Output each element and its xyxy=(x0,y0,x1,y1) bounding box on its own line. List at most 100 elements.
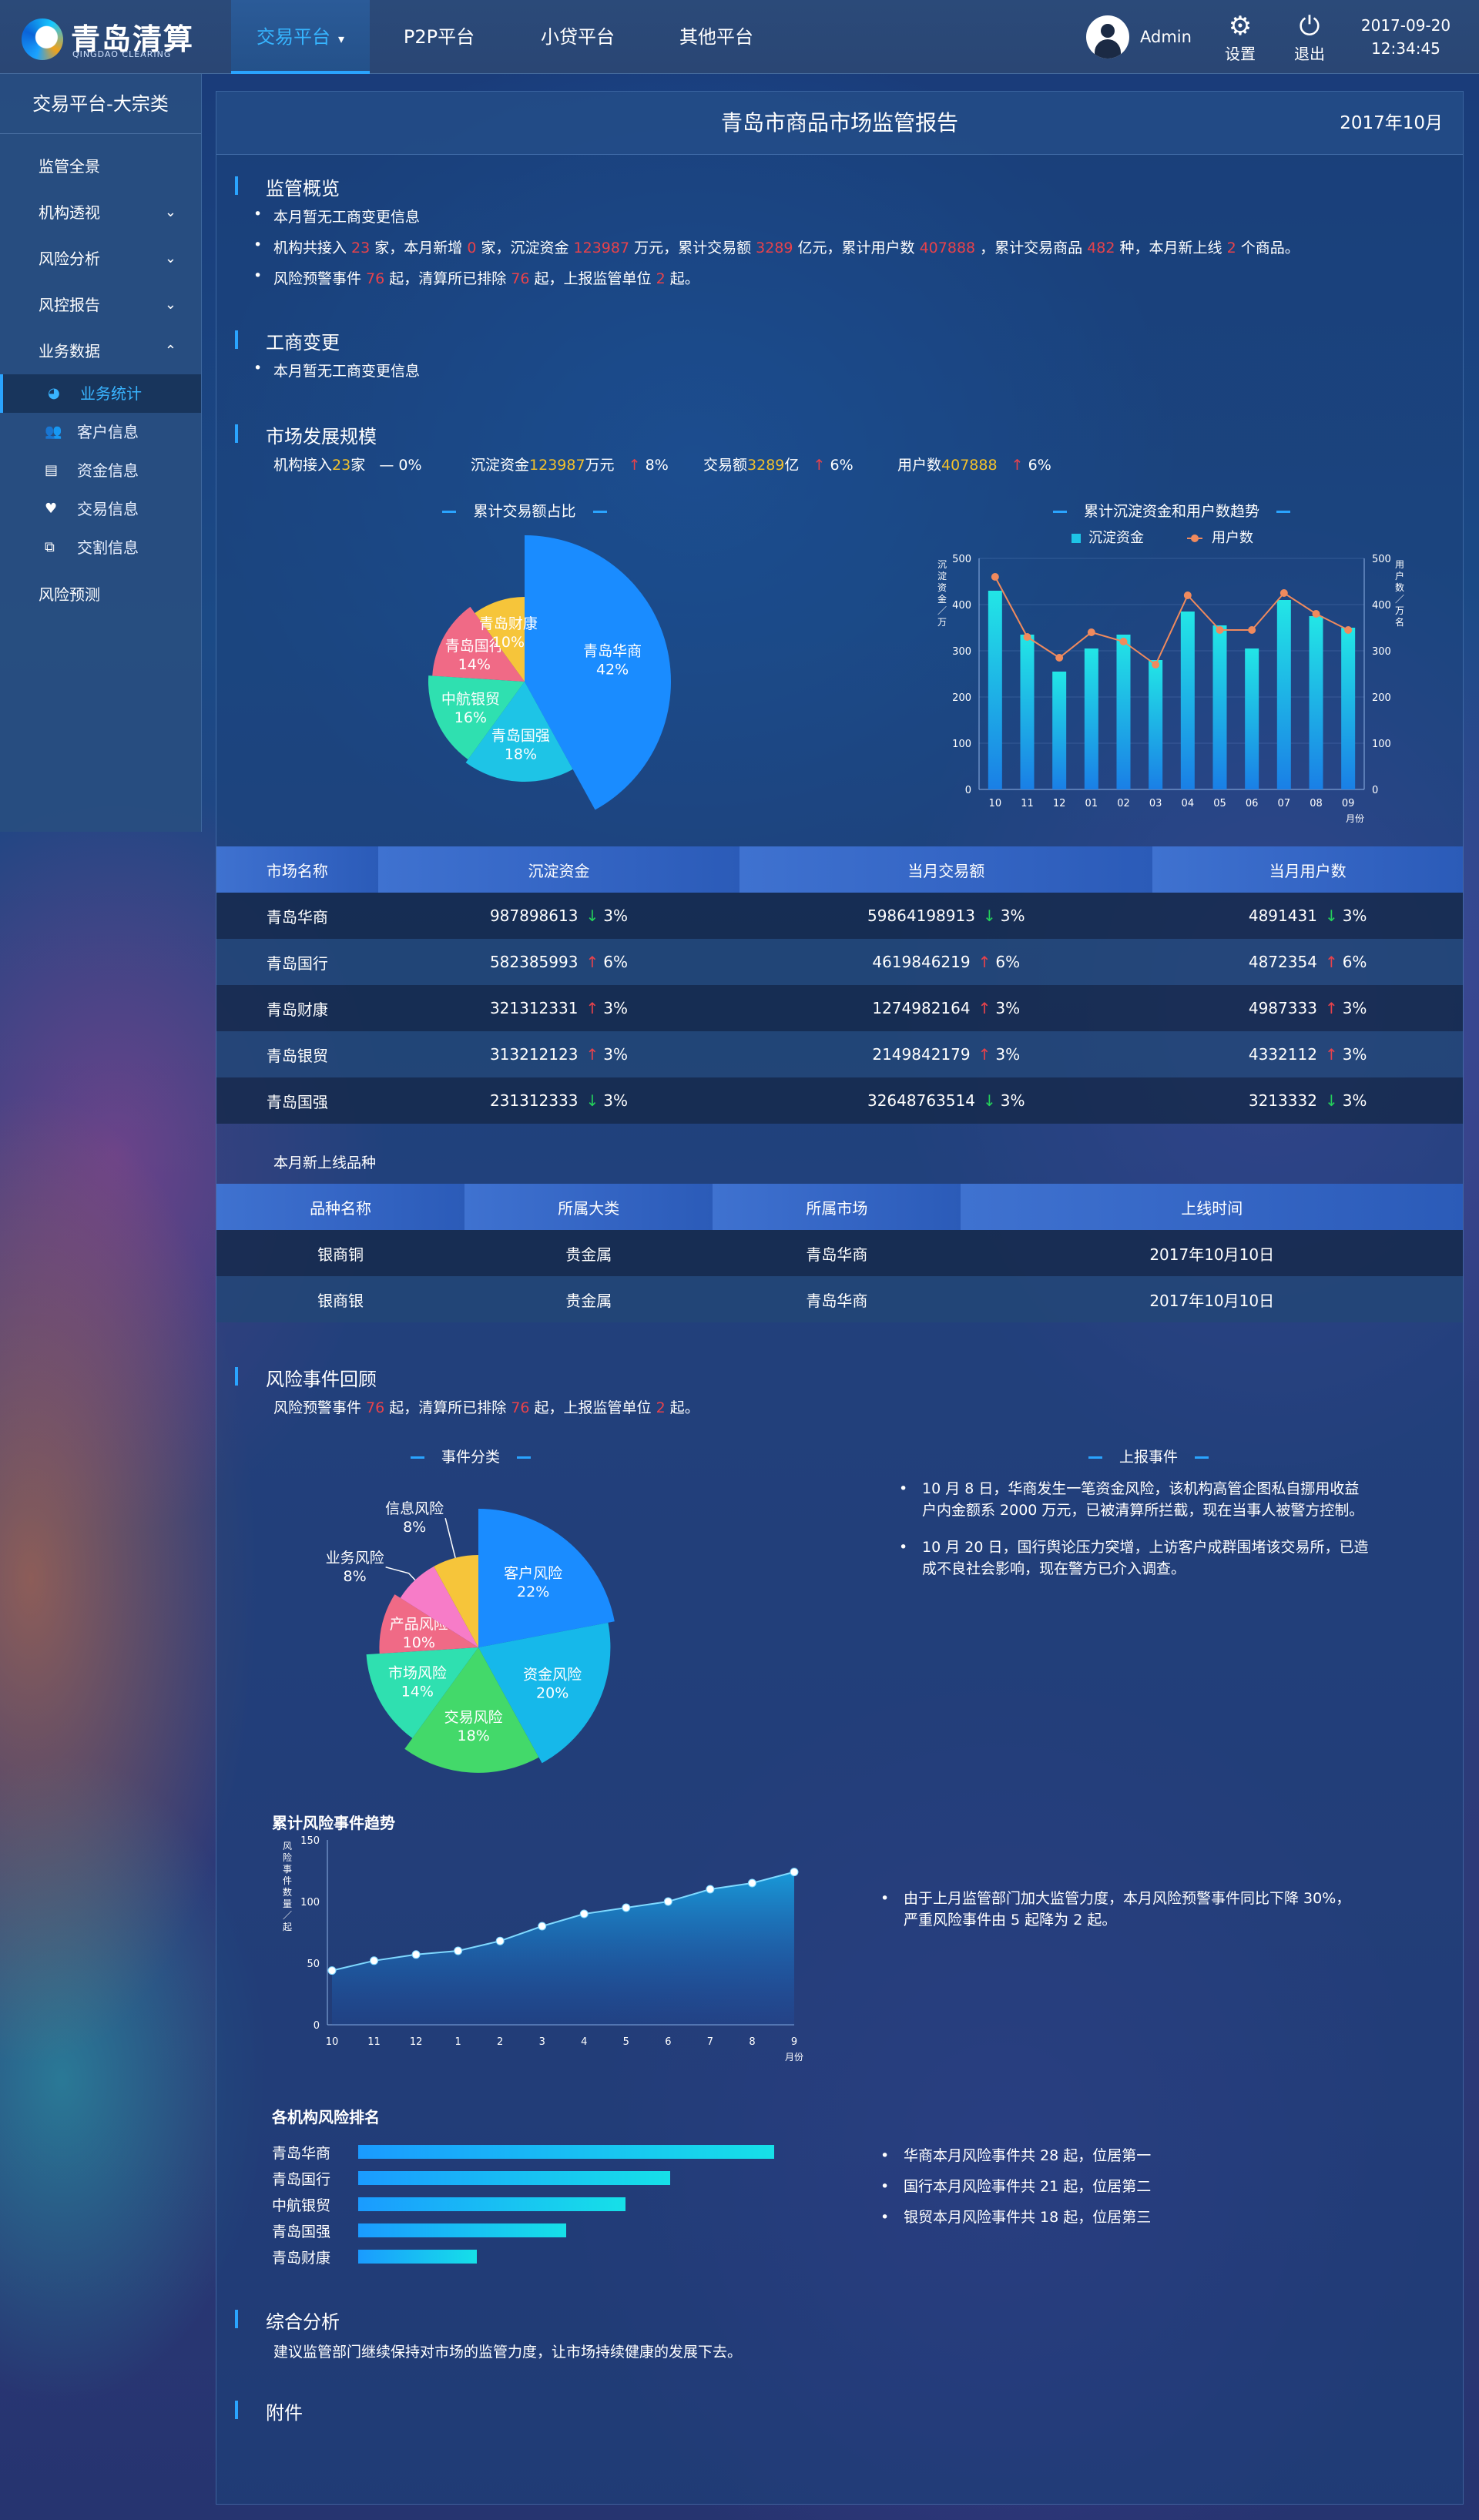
table-row[interactable]: 银商铜 贵金属 青岛华商 2017年10月10日 xyxy=(216,1230,1463,1276)
cleared-count: 76 xyxy=(511,1399,530,1416)
table-row[interactable]: 青岛财康 321312331 ↑ 3% 1274982164 ↑ 3% 4987333 ↑ 3% xyxy=(216,985,1463,1031)
pie-value: 42% xyxy=(596,662,629,679)
kpi-label: 机构接入 xyxy=(273,457,333,474)
sidebar-sub-business-stats[interactable]: ◕ 业务统计 xyxy=(0,374,201,413)
nav-tab-other[interactable]: 其他平台 xyxy=(647,0,786,74)
nav-tab-microloan[interactable]: 小贷平台 xyxy=(508,0,647,74)
x-tick: 02 xyxy=(1117,798,1130,809)
sidebar-sub-delivery-info[interactable]: ⧉ 交割信息 xyxy=(0,528,201,567)
y-tick-left: 300 xyxy=(952,646,971,658)
table-row[interactable]: 青岛国强 231312333 ↓ 3% 32648763514 ↓ 3% 3213332 ↓ 3% xyxy=(216,1077,1463,1124)
text: 严重风险事件由 5 起降为 2 起。 xyxy=(904,1912,1117,1929)
x-tick: 7 xyxy=(707,2036,713,2048)
settings-button[interactable]: ⚙ 设置 xyxy=(1213,11,1267,64)
arrow-down-icon: ↓ xyxy=(1324,906,1338,925)
pie-label: 中航银贸 xyxy=(441,691,500,708)
cell-pct: 3% xyxy=(995,1045,1021,1064)
sidebar-item-risk-report[interactable]: 风控报告 ⌄ xyxy=(0,282,201,328)
line-point xyxy=(1248,626,1256,634)
cell-pct: 6% xyxy=(995,953,1021,971)
arrow-up-icon: ↑ xyxy=(978,999,991,1017)
sidebar-sub-trade-info[interactable]: ♥ 交易信息 xyxy=(0,490,201,528)
kpi-unit: 亿 xyxy=(784,457,800,474)
table-header-row: 市场名称 沉淀资金 当月交易额 当月用户数 xyxy=(216,846,1463,893)
kpi-users: 用户数407888 ↑ 6% xyxy=(897,454,1051,474)
cell-value: 321312331 xyxy=(489,999,579,1017)
table-row[interactable]: 青岛银贸 313212123 ↑ 3% 2149842179 ↑ 3% 4332112 ↑ 3% xyxy=(216,1031,1463,1077)
section-risk-title: 风险事件回顾 xyxy=(235,1364,377,1391)
section-summary-title: 综合分析 xyxy=(235,2307,340,2334)
text: 起，上报监管单位 xyxy=(529,270,656,287)
logout-button[interactable]: ⏻ 退出 xyxy=(1283,11,1336,64)
bar xyxy=(1212,625,1227,789)
bar xyxy=(1084,648,1098,789)
sidebar-item-risk-analysis[interactable]: 风险分析 ⌄ xyxy=(0,236,201,282)
time-text: 12:34:45 xyxy=(1371,39,1440,58)
cell-value: 4891431 xyxy=(1248,906,1317,925)
bar xyxy=(1309,616,1323,789)
pie-value: 14% xyxy=(458,656,491,673)
bar xyxy=(1276,600,1291,789)
cell-value: 987898613 xyxy=(489,906,579,925)
table-cell: 2017年10月10日 xyxy=(961,1276,1463,1322)
sidebar-item-business-data[interactable]: 业务数据 ⌃ xyxy=(0,328,201,374)
column-header: 上线时间 xyxy=(961,1184,1463,1230)
sidebar-item-overview[interactable]: 监管全景 xyxy=(0,143,201,189)
sidebar: 交易平台-大宗类 监管全景 机构透视 ⌄ 风险分析 ⌄ 风控报告 ⌄ 业务数据 ⌃ ◕ 业… xyxy=(0,74,202,832)
column-header: 所属市场 xyxy=(713,1184,961,1230)
pie-value: 16% xyxy=(454,709,487,726)
sidebar-item-risk-forecast[interactable]: 风险预测 xyxy=(0,571,201,618)
kpi-fund: 沉淀资金123987万元 ↑ 8% xyxy=(471,454,669,474)
table-cell: 2017年10月10日 xyxy=(961,1230,1463,1276)
cell-value: 4987333 xyxy=(1248,999,1317,1017)
y-tick-right: 400 xyxy=(1372,600,1391,612)
y-axis-label-char: 起 xyxy=(283,1922,292,1932)
y-axis-label-char: 险 xyxy=(283,1851,292,1863)
report-panel: 青岛市商品市场监管报告 2017年10月 监管概览 本月暂无工商变更信息 机构共… xyxy=(216,91,1464,2505)
trade-value: 3289 xyxy=(756,240,793,256)
institution-count: 23 xyxy=(351,240,371,256)
pie-value: 18% xyxy=(505,746,537,762)
cell-pct: 3% xyxy=(603,1091,628,1110)
cell-value: 313212123 xyxy=(489,1045,579,1064)
kpi-label: 用户数 xyxy=(897,457,942,474)
user-menu[interactable]: Admin xyxy=(1086,15,1192,59)
text: 家，沉淀资金 xyxy=(476,240,574,256)
users-icon: 👥 xyxy=(45,424,62,440)
table-cell: 32648763514 ↓ 3% xyxy=(740,1077,1153,1124)
table-cell: 321312331 ↑ 3% xyxy=(377,985,740,1031)
y-axis-label-char: 数 xyxy=(283,1886,292,1898)
nav-tab-label: P2P平台 xyxy=(403,26,475,48)
nav-tab-p2p[interactable]: P2P平台 xyxy=(370,0,508,74)
table-row[interactable]: 银商银 贵金属 青岛华商 2017年10月10日 xyxy=(216,1276,1463,1322)
sidebar-item-label: 业务数据 xyxy=(39,342,100,360)
sidebar-sub-fund-info[interactable]: ▤ 资金信息 xyxy=(0,451,201,490)
sidebar-sub-customer-info[interactable]: 👥 客户信息 xyxy=(0,413,201,451)
y-axis-label-left-char: 资 xyxy=(937,582,947,593)
section-market-title: 市场发展规模 xyxy=(235,421,377,448)
table-row[interactable]: 青岛华商 987898613 ↓ 3% 59864198913 ↓ 3% 4891431 ↓ 3% xyxy=(216,893,1463,939)
risk-summary-line: 风险预警事件 76 起，清算所已排除 76 起，上报监管单位 2 起。 xyxy=(273,1396,699,1417)
pie-label: 青岛华商 xyxy=(583,643,642,660)
table-cell: 987898613 ↓ 3% xyxy=(377,893,740,939)
area-point xyxy=(327,1966,337,1975)
x-tick: 1 xyxy=(454,2036,461,2048)
arrow-up-icon: ↑ xyxy=(978,953,991,971)
cell-pct: 3% xyxy=(1342,906,1367,925)
x-tick: 07 xyxy=(1278,798,1291,809)
x-tick: 12 xyxy=(410,2036,423,2048)
table-row[interactable]: 青岛国行 582385993 ↑ 6% 4619846219 ↑ 6% 4872354 ↑ 6% xyxy=(216,939,1463,985)
text: 起，清算所已排除 xyxy=(384,1399,511,1416)
logo[interactable]: 青岛清算 QINGDAO CLEARING xyxy=(22,15,206,60)
reported-count: 2 xyxy=(656,270,666,287)
nav-tab-trading[interactable]: 交易平台 ▾ xyxy=(231,0,370,74)
text: 风险预警事件 xyxy=(273,1399,367,1416)
report-header: 青岛市商品市场监管报告 2017年10月 xyxy=(216,92,1463,155)
y-tick-left: 200 xyxy=(952,692,971,704)
sidebar-item-institutions[interactable]: 机构透视 ⌄ xyxy=(0,189,201,236)
bar xyxy=(1116,635,1131,789)
area-point xyxy=(370,1956,379,1965)
kpi-value: 3289 xyxy=(747,457,785,474)
table-cell: 青岛华商 xyxy=(713,1230,961,1276)
chevron-down-icon: ▾ xyxy=(337,32,345,46)
